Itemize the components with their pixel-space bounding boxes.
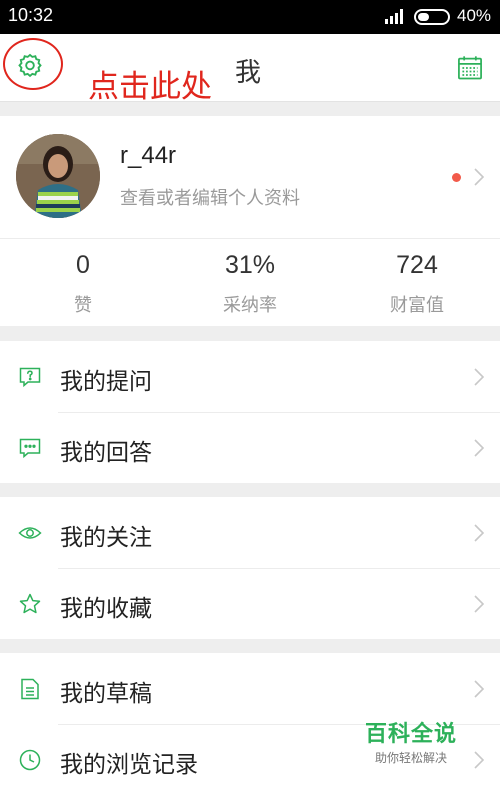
menu-item-my-favorites[interactable]: 我的收藏: [0, 568, 500, 639]
menu-item-my-questions[interactable]: 我的提问: [0, 341, 500, 412]
stat-value: 31%: [224, 251, 276, 279]
menu-item-label: 我的草稿: [60, 681, 152, 707]
signal-icon: [385, 9, 403, 24]
page-title: 我: [235, 58, 262, 88]
menu-item-label: 我的回答: [60, 440, 152, 466]
menu-group-follow: 我的关注 我的收藏: [0, 497, 500, 639]
stat-wealth[interactable]: 724 财富值: [347, 251, 487, 317]
menu-item-label: 我的收藏: [60, 596, 152, 622]
annotation-circle: [3, 38, 63, 90]
chevron-right-icon: [474, 680, 485, 698]
stat-value: 724: [396, 251, 438, 279]
chevron-right-icon: [474, 439, 485, 457]
stat-label: 财富值: [390, 295, 444, 316]
menu-item-my-drafts[interactable]: 我的草稿: [0, 653, 500, 724]
status-bar: 10:32 40%: [0, 0, 500, 34]
chevron-right-icon: [474, 368, 485, 386]
chevron-right-icon: [474, 595, 485, 613]
stats-bar: 0 赞 31% 采纳率 724 财富值: [0, 238, 500, 326]
stat-value: 0: [76, 251, 90, 279]
eye-icon: [18, 527, 42, 539]
chevron-right-icon: [474, 524, 485, 542]
clock-icon: [19, 749, 41, 771]
battery-percent: 40%: [457, 6, 492, 25]
notification-dot: [452, 173, 461, 182]
question-bubble-icon: [19, 367, 41, 388]
menu-item-label: 我的关注: [60, 525, 152, 551]
profile-subtitle: 查看或者编辑个人资料: [120, 188, 300, 209]
stat-label: 赞: [74, 295, 92, 316]
document-icon: [21, 678, 39, 700]
status-time: 10:32: [8, 5, 54, 25]
menu-item-my-answers[interactable]: 我的回答: [0, 412, 500, 483]
profile-username: r_44r: [120, 142, 177, 169]
chevron-right-icon: [474, 168, 485, 186]
top-app-bar: 点击此处 我: [0, 34, 500, 105]
avatar[interactable]: [16, 134, 100, 218]
annotation-text: 点击此处: [88, 69, 212, 105]
star-icon: [19, 593, 41, 614]
answer-bubble-icon: [19, 438, 41, 459]
profile-card[interactable]: r_44r 查看或者编辑个人资料: [0, 116, 500, 238]
menu-group-qa: 我的提问 我的回答: [0, 341, 500, 483]
watermark-title: 百科全说: [364, 722, 457, 747]
menu-item-my-follows[interactable]: 我的关注: [0, 497, 500, 568]
menu-item-label: 我的浏览记录: [60, 752, 198, 778]
battery-level: [418, 13, 429, 21]
chevron-right-icon: [474, 751, 485, 769]
battery-icon: [414, 9, 450, 25]
menu-item-label: 我的提问: [60, 369, 152, 395]
calendar-icon[interactable]: [456, 54, 484, 82]
stat-adoption-rate[interactable]: 31% 采纳率: [180, 251, 320, 317]
stat-label: 采纳率: [223, 295, 277, 316]
stat-likes[interactable]: 0 赞: [13, 251, 153, 317]
watermark: 百科全说 助你轻松解决: [362, 716, 460, 766]
watermark-subtitle: 助你轻松解决: [374, 751, 447, 765]
